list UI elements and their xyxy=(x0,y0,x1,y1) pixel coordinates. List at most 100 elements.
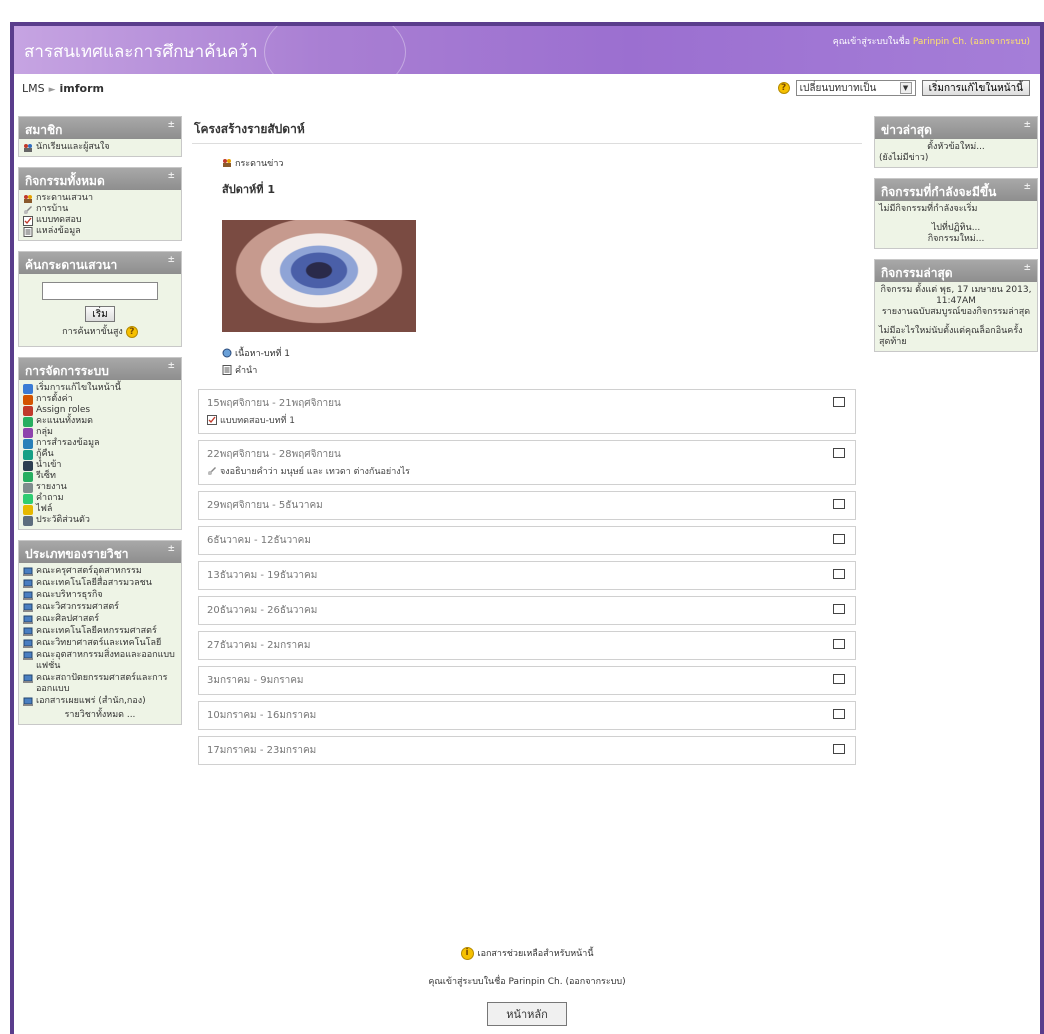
week-dates: 29พฤศจิกายน - 5ธันวาคม xyxy=(207,500,323,511)
collapse-icon[interactable]: ± xyxy=(167,255,175,265)
category-item[interactable]: คณะบริหารธุรกิจ xyxy=(23,590,177,601)
help-icon[interactable]: ? xyxy=(777,82,790,94)
all-courses-link[interactable]: รายวิชาทั้งหมด ... xyxy=(23,710,177,721)
show-only-week-checkbox[interactable] xyxy=(833,744,845,754)
category-item[interactable]: คณะวิทยาศาสตร์และเทคโนโลยี xyxy=(23,638,177,649)
admin-item[interactable]: รีเซ็ท xyxy=(23,471,177,482)
category-label: คณะเทคโนโลยีสื่อสารมวลชน xyxy=(36,578,152,588)
admin-item[interactable]: คะแนนทั้งหมด xyxy=(23,416,177,427)
show-only-week-checkbox[interactable] xyxy=(833,709,845,719)
help-doc-link[interactable]: เอกสารช่วยเหลือสำหรับหน้านี้ xyxy=(478,946,594,960)
footer-login-info[interactable]: คุณเข้าสู่ระบบในชื่อ Parinpin Ch. (ออกจา… xyxy=(14,974,1040,988)
admin-item[interactable]: การตั้งค่า xyxy=(23,394,177,405)
show-only-week-checkbox[interactable] xyxy=(833,448,845,458)
collapse-icon[interactable]: ± xyxy=(1023,182,1031,192)
show-only-week-checkbox[interactable] xyxy=(833,674,845,684)
activity-since-text: กิจกรรม ตั้งแต่ พุธ, 17 เมษายน 2013, 11:… xyxy=(880,285,1032,306)
admin-item[interactable]: การสำรองข้อมูล xyxy=(23,438,177,449)
activities-block: กิจกรรมทั้งหมด ± กระดานเสวนา การบ้าน แบบท… xyxy=(18,167,182,241)
news-forum-label: กระดานข่าว xyxy=(235,159,284,169)
participants-link[interactable]: นักเรียนและผู้สนใจ xyxy=(23,142,177,153)
admin-item-label: กลุ่ม xyxy=(36,427,53,437)
week-section: 10มกราคม - 16มกราคม xyxy=(198,701,856,730)
show-only-week-checkbox[interactable] xyxy=(833,499,845,509)
week-activity-link[interactable]: จงอธิบายคำว่า มนุษย์ และ เทวดา ต่างกันอย… xyxy=(207,464,847,478)
show-only-week-checkbox[interactable] xyxy=(833,534,845,544)
calendar-link[interactable]: ไปที่ปฏิทิน... xyxy=(879,223,1033,234)
admin-item-label: ประวัติส่วนตัว xyxy=(36,515,90,525)
admin-item[interactable]: ประวัติส่วนตัว xyxy=(23,515,177,526)
category-label: คณะอุตสาหกรรมสิ่งทอและออกแบบแฟชั่น xyxy=(36,650,175,671)
news-forum-link[interactable]: กระดานข่าว xyxy=(222,156,832,170)
search-go-button[interactable]: เริ่ม xyxy=(85,306,115,322)
no-news-text: (ยังไม่มีข่าว) xyxy=(879,153,929,163)
activity-quiz-link[interactable]: แบบทดสอบ xyxy=(23,215,177,226)
category-item[interactable]: คณะเทคโนโลยีคหกรรมศาสตร์ xyxy=(23,626,177,637)
activity-assignment-link[interactable]: การบ้าน xyxy=(23,204,177,215)
logout-link[interactable]: (ออกจากระบบ) xyxy=(970,37,1030,47)
help-icon[interactable]: ? xyxy=(125,326,138,338)
home-button[interactable]: หน้าหลัก xyxy=(487,1002,567,1026)
activity-resource-link[interactable]: แหล่งข้อมูล xyxy=(23,226,177,237)
collapse-icon[interactable]: ± xyxy=(167,544,175,554)
edit-page-button[interactable]: เริ่มการแก้ไขในหน้านี้ xyxy=(921,80,1030,96)
collapse-icon[interactable]: ± xyxy=(1023,120,1031,130)
content-resource-link[interactable]: เนื้อหา-บทที่ 1 xyxy=(222,346,832,360)
collapse-icon[interactable]: ± xyxy=(167,361,175,371)
site-title[interactable]: สารสนเทศและการศึกษาค้นคว้า xyxy=(24,38,258,65)
admin-item[interactable]: กลุ่ม xyxy=(23,427,177,438)
eye-image xyxy=(222,220,416,332)
show-only-week-checkbox[interactable] xyxy=(833,569,845,579)
full-report-link[interactable]: รายงานฉบับสมบูรณ์ของกิจกรรมล่าสุด xyxy=(879,307,1033,318)
show-only-week-checkbox[interactable] xyxy=(833,639,845,649)
admin-item[interactable]: รายงาน xyxy=(23,482,177,493)
admin-item-label: การตั้งค่า xyxy=(36,394,73,404)
preface-resource-link[interactable]: คำนำ xyxy=(222,363,832,377)
collapse-icon[interactable]: ± xyxy=(167,120,175,130)
admin-item[interactable]: กู้คืน xyxy=(23,449,177,460)
admin-item[interactable]: Assign roles xyxy=(23,405,177,416)
new-event-link[interactable]: กิจกรรมใหม่... xyxy=(879,234,1033,245)
activity-label: แบบทดสอบ xyxy=(36,215,82,225)
collapse-icon[interactable]: ± xyxy=(167,171,175,181)
category-label: คณะวิทยาศาสตร์และเทคโนโลยี xyxy=(36,638,162,648)
profile-icon xyxy=(23,515,33,526)
show-only-week-checkbox[interactable] xyxy=(833,604,845,614)
login-prefix: คุณเข้าสู่ระบบในชื่อ xyxy=(832,37,911,47)
forum-search-input[interactable] xyxy=(42,282,158,300)
course-category-icon xyxy=(23,627,33,636)
import-icon xyxy=(23,460,33,471)
add-topic-link[interactable]: ตั้งหัวข้อใหม่... xyxy=(879,142,1033,153)
category-label: คณะสถาปัตยกรรมศาสตร์และการออกแบบ xyxy=(36,673,168,694)
activity-label: กระดานเสวนา xyxy=(36,193,93,203)
activity-forum-link[interactable]: กระดานเสวนา xyxy=(23,193,177,204)
category-item[interactable]: คณะครุศาสตร์อุตสาหกรรม xyxy=(23,566,177,577)
course-category-icon xyxy=(23,639,33,648)
category-item[interactable]: เอกสารเผยแพร่ (สำนัก,กอง) xyxy=(23,696,177,707)
quiz-icon xyxy=(23,215,33,226)
breadcrumb-lms[interactable]: LMS xyxy=(22,82,45,95)
course-category-icon xyxy=(23,651,33,660)
category-item[interactable]: คณะอุตสาหกรรมสิ่งทอและออกแบบแฟชั่น xyxy=(23,650,177,672)
category-item[interactable]: คณะวิศวกรรมศาสตร์ xyxy=(23,602,177,613)
show-only-week-checkbox[interactable] xyxy=(833,397,845,407)
role-select-value: เปลี่ยนบทบาทเป็น xyxy=(799,82,877,94)
collapse-icon[interactable]: ± xyxy=(1023,263,1031,273)
week-section: 6ธันวาคม - 12ธันวาคม xyxy=(198,526,856,555)
category-label: คณะวิศวกรรมศาสตร์ xyxy=(36,602,120,612)
category-item[interactable]: คณะสถาปัตยกรรมศาสตร์และการออกแบบ xyxy=(23,673,177,695)
week-section: 17มกราคม - 23มกราคม xyxy=(198,736,856,765)
role-select[interactable]: เปลี่ยนบทบาทเป็น ▼ xyxy=(795,80,916,96)
week-activity-link[interactable]: แบบทดสอบ-บทที่ 1 xyxy=(207,413,847,427)
admin-item[interactable]: ไฟล์ xyxy=(23,504,177,515)
advanced-search-link[interactable]: การค้นหาขั้นสูง xyxy=(62,327,123,338)
admin-item[interactable]: คำถาม xyxy=(23,493,177,504)
category-item[interactable]: คณะศิลปศาสตร์ xyxy=(23,614,177,625)
admin-item[interactable]: เริ่มการแก้ไขในหน้านี้ xyxy=(23,383,177,394)
admin-item[interactable]: นำเข้า xyxy=(23,460,177,471)
dropdown-arrow-icon[interactable]: ▼ xyxy=(899,82,912,94)
forum-icon xyxy=(24,194,32,203)
category-item[interactable]: คณะเทคโนโลยีสื่อสารมวลชน xyxy=(23,578,177,589)
user-link[interactable]: Parinpin Ch. xyxy=(913,37,967,47)
week-activity-label: แบบทดสอบ-บทที่ 1 xyxy=(220,416,296,426)
